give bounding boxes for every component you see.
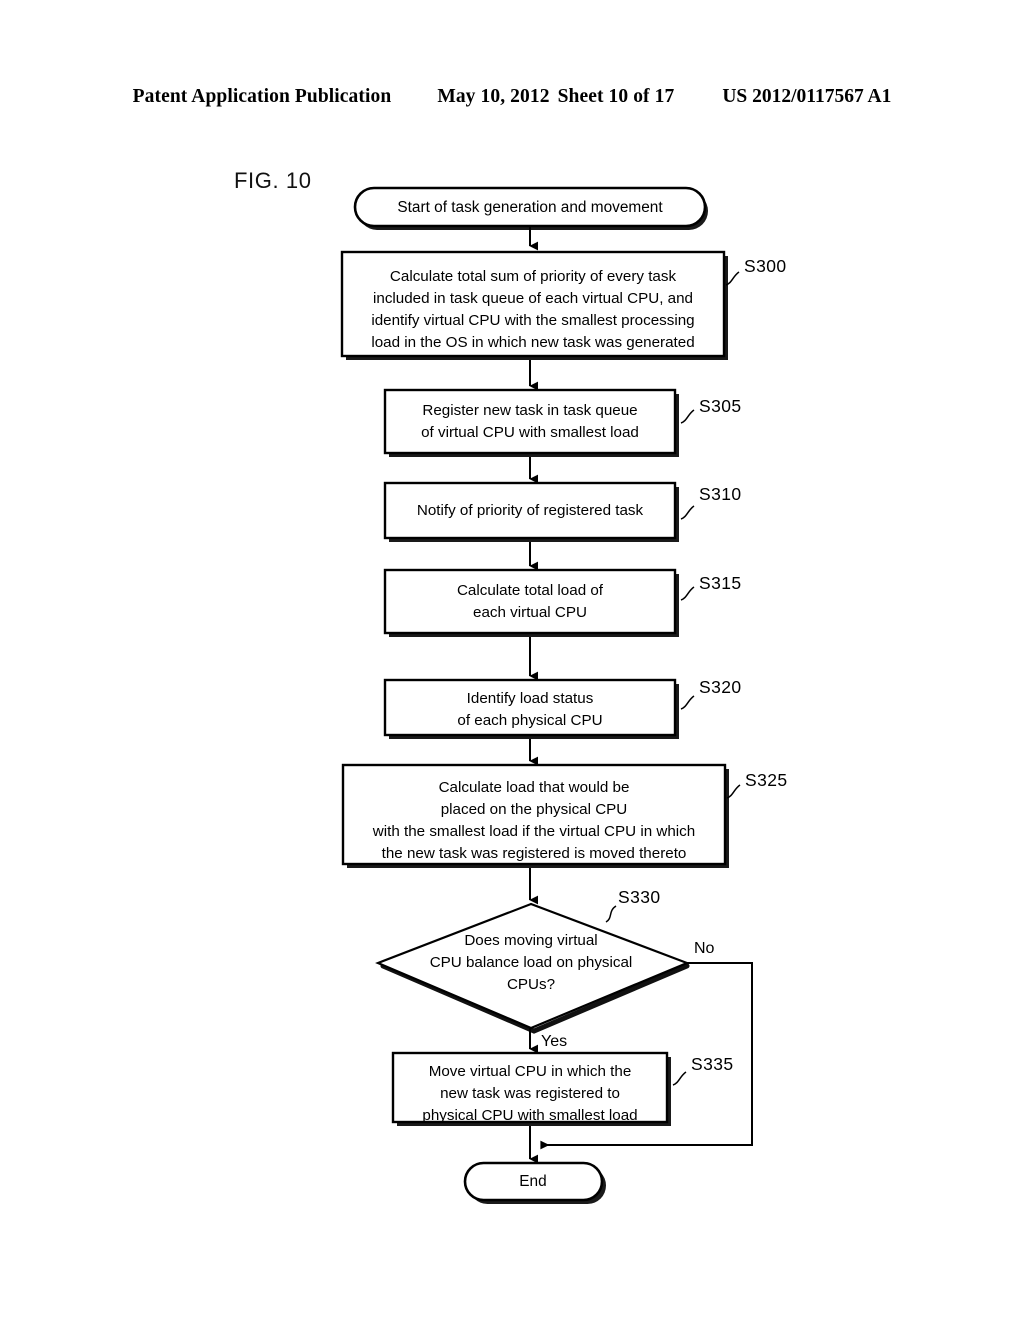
end-terminator-text: End <box>519 1173 546 1190</box>
s335-line-2: new task was registered to <box>440 1085 620 1102</box>
step-label-s335: S335 <box>691 1054 733 1074</box>
s300-line-2: included in task queue of each virtual C… <box>373 290 693 307</box>
step-label-s315: S315 <box>699 573 741 593</box>
s310-line-1: Notify of priority of registered task <box>417 502 644 519</box>
process-box-s315: Calculate total load of each virtual CPU <box>383 568 679 637</box>
s335-line-3: physical CPU with smallest load <box>422 1107 637 1124</box>
decision-diamond-s330: Does moving virtual CPU balance load on … <box>375 902 690 1034</box>
flowchart-diagram: Start of task generation and movement Ca… <box>340 186 787 1204</box>
s335-line-1: Move virtual CPU in which the <box>429 1063 632 1080</box>
s300-line-1: Calculate total sum of priority of every… <box>390 268 677 285</box>
step-label-s320: S320 <box>699 677 741 697</box>
s325-line-2: placed on the physical CPU <box>441 801 628 818</box>
step-label-s305: S305 <box>699 396 741 416</box>
s315-line-2: each virtual CPU <box>473 604 587 621</box>
step-label-s310: S310 <box>699 484 741 504</box>
leader-s330 <box>605 905 617 923</box>
s325-line-1: Calculate load that would be <box>439 779 630 796</box>
leader-s335 <box>672 1071 687 1086</box>
leader-s310 <box>680 505 695 520</box>
s305-line-1: Register new task in task queue <box>422 402 637 419</box>
s320-line-2: of each physical CPU <box>457 712 602 729</box>
step-label-s330: S330 <box>618 887 660 907</box>
leader-s305 <box>680 409 695 424</box>
s330-line-1: Does moving virtual <box>464 932 597 949</box>
branch-label-yes: Yes <box>541 1033 567 1050</box>
s300-line-4: load in the OS in which new task was gen… <box>371 334 694 351</box>
process-box-s300: Calculate total sum of priority of every… <box>340 250 728 360</box>
step-label-s325: S325 <box>745 770 787 790</box>
s305-line-2: of virtual CPU with smallest load <box>421 424 639 441</box>
process-box-s325: Calculate load that would be placed on t… <box>341 763 729 868</box>
s330-line-2: CPU balance load on physical <box>430 954 633 971</box>
patent-page: { "header": { "publication": "Patent App… <box>0 0 1024 1320</box>
s300-line-3: identify virtual CPU with the smallest p… <box>371 312 694 329</box>
process-box-s305: Register new task in task queue of virtu… <box>383 388 679 457</box>
process-box-s320: Identify load status of each physical CP… <box>383 678 679 739</box>
s315-line-1: Calculate total load of <box>457 582 604 599</box>
start-terminator-text: Start of task generation and movement <box>397 199 663 216</box>
s325-line-3: with the smallest load if the virtual CP… <box>372 823 695 840</box>
start-terminator: Start of task generation and movement <box>353 186 708 230</box>
process-box-s335: Move virtual CPU in which the new task w… <box>391 1051 671 1126</box>
process-box-s310: Notify of priority of registered task <box>383 481 679 542</box>
s330-line-3: CPUs? <box>507 976 555 993</box>
branch-label-no: No <box>694 940 715 957</box>
step-label-s300: S300 <box>744 256 786 276</box>
leader-s315 <box>680 586 695 601</box>
leader-s320 <box>680 695 695 710</box>
s320-line-1: Identify load status <box>467 690 594 707</box>
s325-line-4: the new task was registered is moved the… <box>382 845 687 862</box>
end-terminator: End <box>463 1161 606 1204</box>
